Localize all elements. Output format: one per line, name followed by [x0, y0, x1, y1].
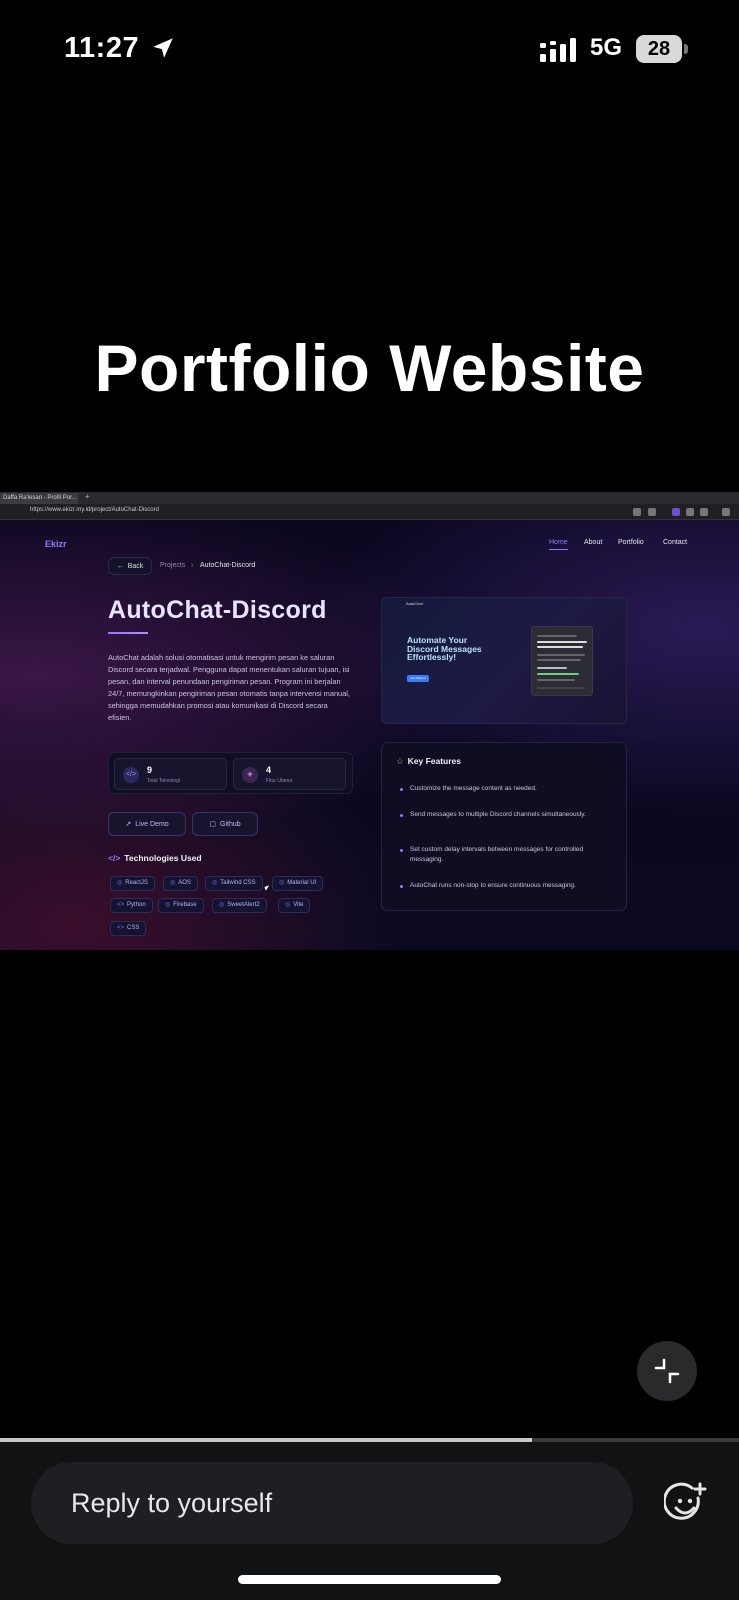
stats-panel: </> 9 Total Teknologi ◈ 4 Fitur Utama	[108, 752, 353, 794]
collapse-button[interactable]	[637, 1341, 697, 1401]
feature-item: Send messages to multiple Discord channe…	[400, 810, 615, 820]
key-features-heading-text: Key Features	[407, 756, 462, 766]
project-preview-image: AutoChat Automate Your Discord Messages …	[381, 597, 627, 724]
feature-item: Set custom delay intervals between messa…	[400, 845, 615, 865]
package-icon: ◎	[279, 880, 285, 886]
extension-icon	[672, 508, 680, 516]
tech-chip-label: Vite	[293, 902, 304, 908]
stat-card: </> 9 Total Teknologi	[114, 758, 227, 790]
tech-chip: ◎ Tailwind CSS	[205, 876, 263, 891]
layers-icon: ◈	[242, 767, 258, 783]
tech-chip-label: SweetAlert2	[227, 902, 260, 908]
code-icon: </>	[123, 767, 139, 783]
code-icon: <>	[117, 925, 125, 931]
technologies-heading-text: Technologies Used	[124, 853, 202, 863]
package-icon: ◎	[285, 902, 291, 908]
project-description: AutoChat adalah solusi otomatisasi untuk…	[108, 653, 350, 722]
github-button: ▢ Github	[192, 812, 258, 836]
project-title: AutoChat-Discord	[108, 596, 327, 624]
back-button: ← Back	[108, 557, 152, 575]
tech-chip: ◎ Firebase	[158, 898, 204, 913]
nav-about: About	[584, 539, 603, 546]
signal-icon	[540, 38, 576, 62]
stat-label: Fitur Utama	[266, 778, 293, 784]
nav-contact: Contact	[663, 539, 688, 546]
package-icon: ◎	[170, 880, 176, 886]
key-features-heading: ☆ Key Features	[396, 756, 461, 767]
tech-chip-label: Material UI	[287, 880, 317, 886]
key-features-panel: ☆ Key Features Customize the message cont…	[381, 742, 627, 911]
preview-discord-panel	[531, 626, 593, 696]
tech-chip: <> CSS	[110, 921, 147, 936]
nav-home: Home	[549, 539, 568, 550]
feature-item: Customize the message content as needed.	[400, 784, 615, 794]
network-type: 5G	[590, 34, 623, 61]
status-time: 11:27	[64, 32, 140, 64]
tech-chip: ◎ ReactJS	[110, 876, 155, 891]
collapse-icon	[654, 1358, 680, 1384]
home-indicator	[238, 1575, 501, 1584]
stat-value: 4	[266, 765, 272, 775]
breadcrumb-separator: ›	[191, 562, 194, 569]
tech-chip-label: Python	[127, 902, 146, 908]
tech-chip: ◎ Material UI	[272, 876, 324, 891]
tech-chip-label: Tailwind CSS	[220, 880, 256, 886]
title-underline	[108, 632, 148, 634]
technologies-heading: </> Technologies Used	[108, 853, 202, 863]
add-reaction-button[interactable]	[662, 1482, 708, 1526]
bookmark-star-icon	[648, 508, 656, 516]
tech-chip-label: AOS	[178, 880, 191, 886]
star-icon: ☆	[396, 756, 404, 766]
stat-label: Total Teknologi	[147, 778, 180, 784]
emoji-add-icon	[662, 1482, 707, 1520]
github-label: Github	[220, 820, 241, 828]
story-title: Portfolio Website	[94, 331, 645, 405]
package-icon: ◎	[117, 880, 123, 886]
live-demo-label: Live Demo	[135, 820, 169, 828]
location-arrow-icon	[153, 38, 173, 58]
package-icon: ◎	[219, 902, 225, 908]
live-demo-button: ↗ Live Demo	[108, 812, 186, 836]
arrow-left-icon: ←	[116, 562, 124, 570]
nav-portfolio: Portfolio	[618, 539, 644, 546]
browser-urlbar: https://www.ekizr.my.id/project/AutoChat…	[0, 504, 739, 520]
code-icon: <>	[117, 902, 125, 908]
preview-button: Get Started	[407, 675, 429, 682]
tech-chip-label: Firebase	[173, 902, 197, 908]
tech-chip: <> Python	[110, 898, 153, 913]
extension-icon	[686, 508, 694, 516]
package-icon: ◎	[165, 902, 171, 908]
breadcrumb-parent: Projects	[160, 562, 186, 569]
extension-icon	[700, 508, 708, 516]
site-logo: Ekizr	[45, 539, 67, 549]
reply-placeholder: Reply to yourself	[71, 1488, 273, 1518]
extension-icon	[722, 508, 730, 516]
tech-chip: ◎ SweetAlert2	[212, 898, 267, 913]
breadcrumb-current: AutoChat-Discord	[200, 562, 256, 569]
stat-card: ◈ 4 Fitur Utama	[233, 758, 346, 790]
browser-tab: Daffa Ra'iesan - Profil Por...	[0, 493, 78, 504]
preview-headline: Automate Your Discord Messages Effortles…	[407, 635, 482, 662]
reply-input[interactable]: Reply to yourself	[31, 1462, 633, 1544]
github-icon: ▢	[209, 821, 216, 828]
external-link-icon: ↗	[125, 821, 132, 828]
tech-chip: ◎ Vite	[278, 898, 311, 913]
url-text: https://www.ekizr.my.id/project/AutoChat…	[30, 507, 159, 513]
tech-chip-label: CSS	[127, 925, 140, 931]
stat-value: 9	[147, 765, 153, 775]
code-icon: </>	[108, 853, 121, 863]
extension-icon	[633, 508, 641, 516]
tech-chip: ◎ AOS	[163, 876, 198, 891]
browser-tabbar: Daffa Ra'iesan - Profil Por... +	[0, 492, 739, 504]
tech-chip-label: ReactJS	[125, 880, 148, 886]
feature-item: AutoChat runs non-stop to ensure continu…	[400, 881, 615, 891]
new-tab-icon: +	[85, 492, 90, 501]
battery-level: 28	[647, 38, 671, 60]
back-label: Back	[127, 562, 144, 570]
preview-logo: AutoChat	[406, 601, 423, 606]
status-bar: 11:27 5G 28	[0, 0, 739, 100]
package-icon: ◎	[212, 880, 218, 886]
battery-icon: 28	[636, 35, 688, 63]
